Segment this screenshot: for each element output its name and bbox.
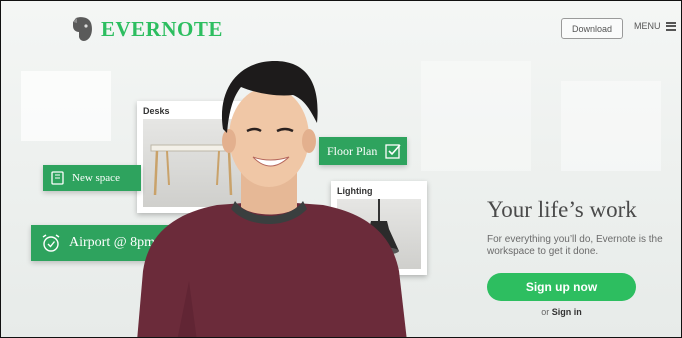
smiling-man-image	[137, 61, 407, 337]
sign-in-prefix: or	[541, 307, 550, 317]
new-space-label: New space	[72, 172, 120, 184]
hero-subtext: For everything you’ll do, Evernote is th…	[487, 234, 663, 257]
background-window	[561, 81, 661, 171]
elephant-icon	[73, 17, 92, 41]
alarm-clock-icon	[42, 234, 60, 252]
new-space-pill: New space	[43, 165, 141, 191]
download-button[interactable]: Download	[561, 18, 623, 39]
evernote-landing-page: EVERNOTE Download MENU Desks Lighting Ne…	[0, 0, 682, 338]
sign-up-button[interactable]: Sign up now	[487, 273, 636, 301]
evernote-logo[interactable]: EVERNOTE	[69, 15, 223, 43]
notebook-icon	[51, 171, 64, 185]
background-window	[421, 61, 531, 171]
hero-headline: Your life’s work	[487, 197, 637, 222]
menu-button[interactable]: MENU	[634, 21, 676, 31]
background-window	[21, 71, 111, 141]
hamburger-icon	[665, 21, 676, 31]
sign-in-line: or Sign in	[487, 307, 636, 317]
sign-in-link[interactable]: Sign in	[552, 307, 582, 317]
menu-label: MENU	[634, 21, 661, 31]
header: EVERNOTE Download MENU	[1, 1, 681, 53]
logo-text: EVERNOTE	[101, 16, 223, 41]
